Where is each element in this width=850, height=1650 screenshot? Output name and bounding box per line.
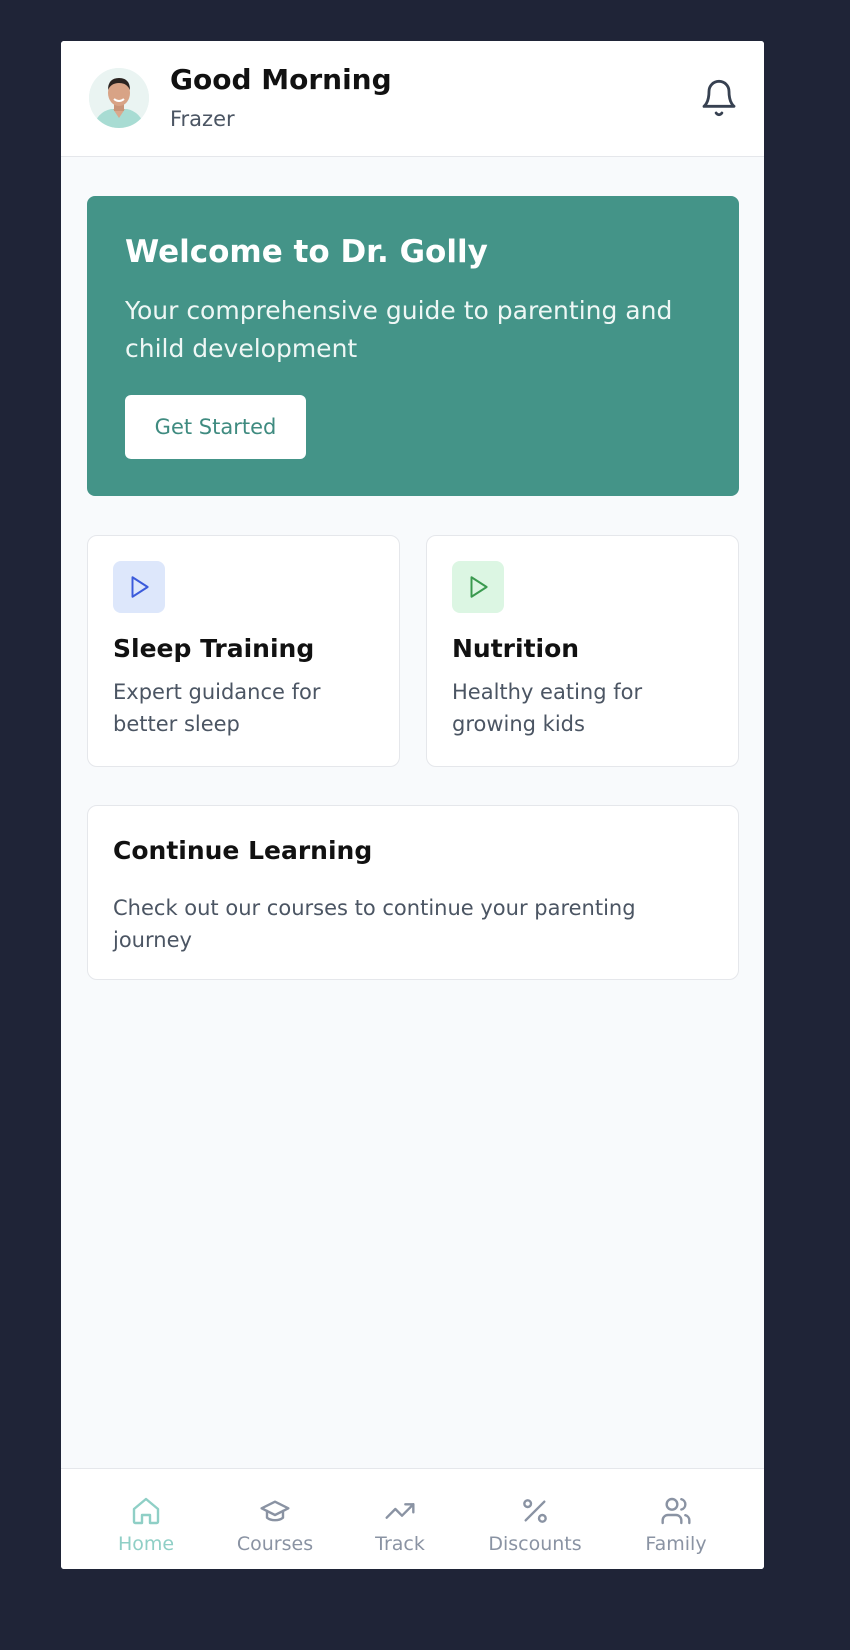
bell-icon[interactable] <box>699 77 739 119</box>
welcome-banner: Welcome to Dr. Golly Your comprehensive … <box>87 196 739 496</box>
continue-learning-title: Continue Learning <box>113 836 373 865</box>
nav-item-track[interactable]: Track <box>340 1469 460 1569</box>
topic-title: Nutrition <box>452 634 580 663</box>
welcome-title: Welcome to Dr. Golly <box>125 234 488 270</box>
nav-label: Discounts <box>488 1533 582 1555</box>
trending-up-icon <box>385 1503 415 1519</box>
get-started-button[interactable]: Get Started <box>125 395 306 459</box>
nav-item-courses[interactable]: Courses <box>215 1469 335 1569</box>
nav-label: Courses <box>236 1533 314 1555</box>
nav-item-family[interactable]: Family <box>616 1469 736 1569</box>
home-icon <box>132 1497 160 1525</box>
nav-item-home[interactable]: Home <box>86 1469 206 1569</box>
nav-label: Track <box>375 1533 425 1555</box>
welcome-subtitle: Your comprehensive guide to parenting an… <box>125 296 673 363</box>
nav-label: Family <box>645 1533 707 1555</box>
user-avatar[interactable] <box>89 68 149 128</box>
user-name: Frazer <box>170 107 235 131</box>
percent-icon <box>523 1499 547 1523</box>
app-header: Good Morning Frazer <box>61 41 764 157</box>
bottom-nav: Home Courses Track Discounts Family <box>61 1468 764 1569</box>
play-icon <box>452 561 504 613</box>
topic-description: Healthy eating for growing kids <box>452 680 643 736</box>
play-icon <box>113 561 165 613</box>
nav-item-discounts[interactable]: Discounts <box>475 1469 595 1569</box>
topic-card-sleep-training[interactable]: Sleep Training Expert guidance for bette… <box>87 535 400 767</box>
greeting-text: Good Morning <box>170 63 392 96</box>
users-icon <box>661 1497 691 1525</box>
topic-description: Expert guidance for better sleep <box>113 680 321 736</box>
continue-learning-description: Check out our courses to continue your p… <box>113 896 636 952</box>
topic-card-nutrition[interactable]: Nutrition Healthy eating for growing kid… <box>426 535 739 767</box>
continue-learning-card[interactable]: Continue Learning Check out our courses … <box>87 805 739 980</box>
nav-label: Home <box>117 1533 175 1555</box>
topic-title: Sleep Training <box>113 634 315 663</box>
app-screen: Good Morning Frazer Welcome to Dr. Golly… <box>61 41 764 1569</box>
graduation-cap-icon <box>260 1500 290 1522</box>
